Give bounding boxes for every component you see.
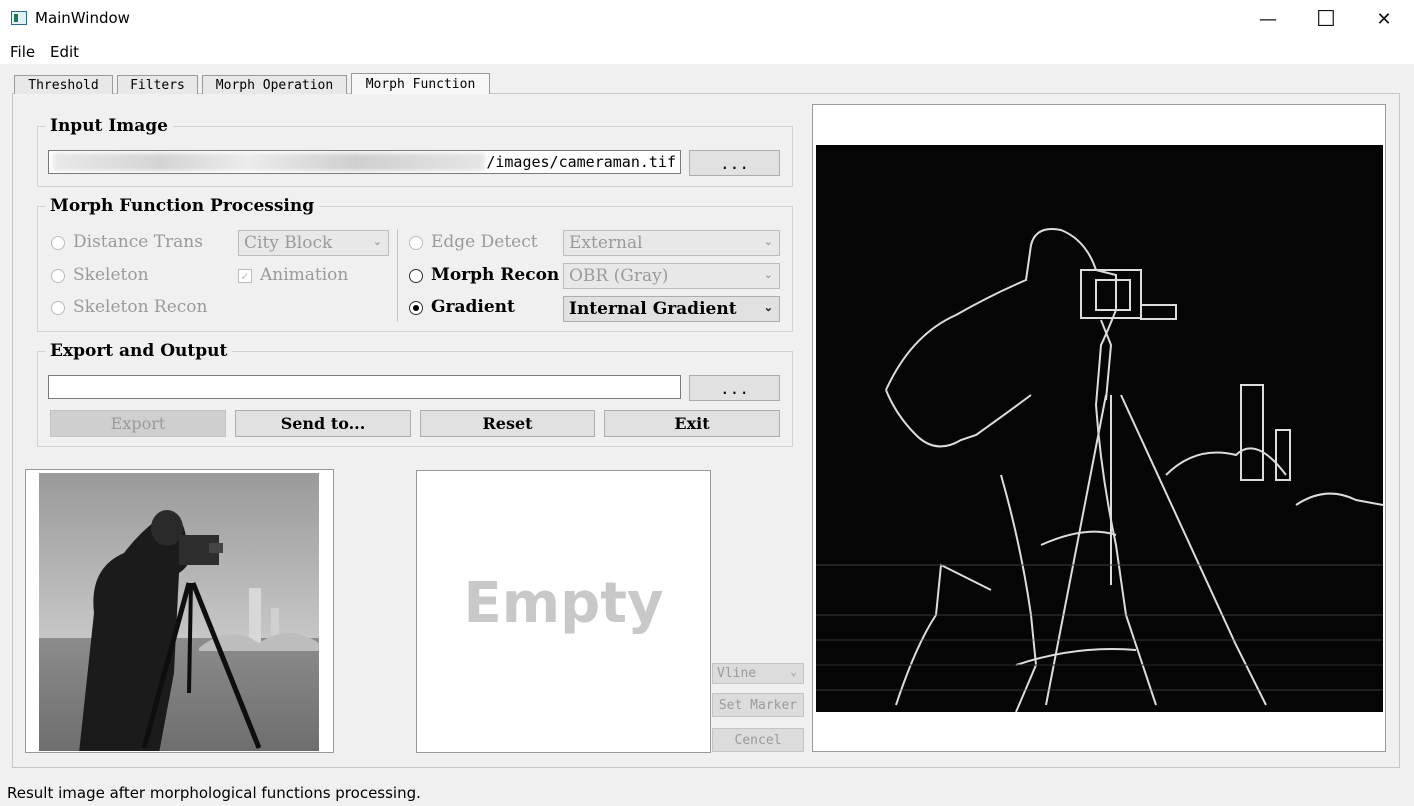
input-browse-button[interactable]: ...: [689, 150, 780, 176]
maximize-button[interactable]: ☐: [1297, 0, 1355, 38]
status-bar-text: Result image after morphological functio…: [7, 784, 421, 802]
close-button[interactable]: ✕: [1355, 0, 1413, 38]
skeleton-radio[interactable]: [51, 269, 65, 283]
input-path-field[interactable]: /images/cameraman.tif: [48, 150, 681, 174]
reset-button[interactable]: Reset: [420, 410, 595, 437]
menu-edit[interactable]: Edit: [50, 43, 79, 61]
original-image: [39, 473, 319, 751]
output-path-field[interactable]: [48, 375, 681, 399]
empty-placeholder: Empty: [463, 571, 664, 636]
export-title: Export and Output: [45, 341, 233, 361]
gradient-combo-value: Internal Gradient: [569, 299, 737, 319]
tab-morph-operation[interactable]: Morph Operation: [202, 75, 347, 94]
input-image-title: Input Image: [45, 116, 173, 136]
edge-detect-radio[interactable]: [409, 236, 423, 250]
distance-trans-label: Distance Trans: [73, 232, 203, 252]
chevron-down-icon: ⌄: [790, 665, 797, 678]
edge-detect-label: Edge Detect: [431, 232, 538, 252]
result-image: [816, 145, 1383, 712]
blurred-path-prefix: [53, 153, 485, 171]
maximize-icon: ☐: [1316, 6, 1336, 32]
chevron-down-icon: ⌄: [763, 235, 773, 249]
output-browse-button[interactable]: ...: [689, 375, 780, 401]
set-marker-button[interactable]: Set Marker: [712, 693, 804, 717]
menu-file[interactable]: File: [10, 43, 35, 61]
chevron-down-icon: ⌄: [372, 235, 382, 249]
original-image-frame: [25, 469, 334, 753]
tab-threshold[interactable]: Threshold: [14, 75, 113, 94]
gradient-label: Gradient: [431, 297, 515, 317]
window-title: MainWindow: [35, 9, 130, 27]
morph-recon-radio[interactable]: [409, 269, 423, 283]
exit-button[interactable]: Exit: [604, 410, 780, 437]
chevron-down-icon: ⌄: [763, 301, 773, 315]
input-path-text: /images/cameraman.tif: [486, 153, 676, 171]
vline-combo-value: Vline: [717, 666, 757, 681]
tab-morph-function[interactable]: Morph Function: [351, 73, 490, 94]
vline-combo[interactable]: Vline ⌄: [712, 663, 804, 684]
result-image-frame: [812, 104, 1386, 752]
gradient-combo[interactable]: Internal Gradient ⌄: [563, 296, 780, 322]
title-bar: [0, 0, 1414, 38]
skeleton-recon-label: Skeleton Recon: [73, 297, 208, 317]
distance-trans-combo[interactable]: City Block ⌄: [238, 230, 389, 256]
processing-title: Morph Function Processing: [45, 196, 320, 216]
distance-trans-radio[interactable]: [51, 236, 65, 250]
animation-label: Animation: [260, 265, 349, 285]
minimize-icon: —: [1259, 8, 1277, 30]
close-icon: ✕: [1376, 8, 1392, 30]
distance-trans-combo-value: City Block: [244, 233, 333, 253]
menu-bar: [0, 38, 1414, 64]
chevron-down-icon: ⌄: [763, 268, 773, 282]
morph-recon-combo-value: OBR (Gray): [569, 266, 669, 286]
morph-recon-label: Morph Recon: [431, 265, 560, 285]
vertical-divider: [397, 229, 398, 322]
edge-detect-combo[interactable]: External ⌄: [563, 230, 780, 256]
marker-image-frame: Empty: [416, 470, 711, 753]
cancel-button[interactable]: Cencel: [712, 728, 804, 752]
send-to-button[interactable]: Send to...: [235, 410, 411, 437]
animation-checkbox[interactable]: ✓: [238, 269, 252, 283]
edge-detect-combo-value: External: [569, 233, 643, 253]
minimize-button[interactable]: —: [1239, 0, 1297, 38]
tab-filters[interactable]: Filters: [117, 75, 198, 94]
check-icon: ✓: [240, 269, 250, 283]
export-button[interactable]: Export: [50, 410, 226, 437]
app-icon: [11, 11, 27, 25]
skeleton-label: Skeleton: [73, 265, 149, 285]
morph-recon-combo[interactable]: OBR (Gray) ⌄: [563, 263, 780, 289]
skeleton-recon-radio[interactable]: [51, 301, 65, 315]
gradient-radio[interactable]: [409, 301, 423, 315]
